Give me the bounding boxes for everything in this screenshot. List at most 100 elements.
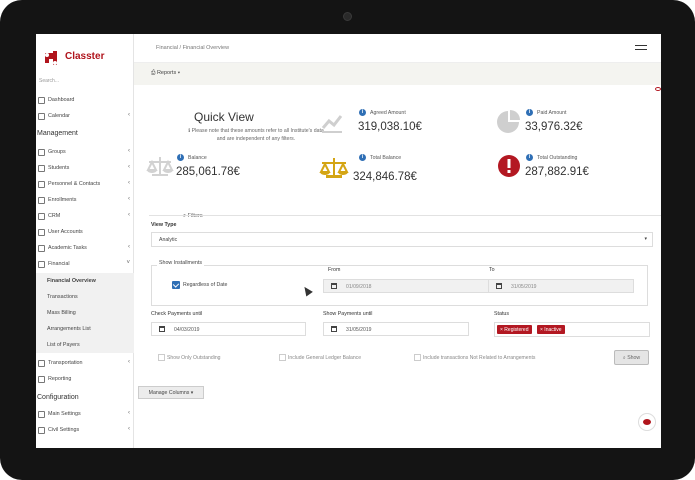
calendar-icon	[159, 326, 165, 332]
regardless-of-date-label: Regardless of Date	[183, 282, 228, 288]
paid-amount-label: Paid Amount	[537, 110, 567, 116]
status-tag-registered[interactable]: × Registered	[497, 325, 532, 334]
sidebar-item-dashboard[interactable]: Dashboard	[36, 93, 134, 107]
info-icon: i	[526, 109, 533, 116]
reports-label: Reports ▾	[156, 70, 181, 76]
students-icon	[38, 164, 45, 172]
filters-divider	[149, 215, 661, 216]
brand-name: Classter	[65, 51, 105, 62]
info-icon: i	[359, 154, 366, 161]
chevron-left-icon: ‹	[128, 112, 130, 118]
show-button[interactable]: ⌕ Show	[614, 350, 649, 365]
sidebar-item-label: Academic Tasks	[48, 245, 87, 251]
enrollments-icon	[38, 196, 45, 204]
check-payments-field[interactable]: 04/03/2019	[151, 322, 306, 336]
menu-icon[interactable]	[635, 45, 647, 50]
status-multiselect[interactable]: × Registered × Inactive	[494, 322, 650, 337]
chevron-left-icon: ‹	[128, 180, 130, 186]
sidebar-item-personnel[interactable]: Personnel & Contacts ‹	[36, 177, 134, 191]
exclamation-icon	[498, 155, 520, 177]
chat-button[interactable]	[638, 413, 656, 431]
sidebar-item-label: CRM	[48, 213, 61, 219]
calendar-icon	[496, 283, 502, 289]
sidebar-item-groups[interactable]: Groups ‹	[36, 145, 134, 159]
view-type-select[interactable]: Analytic ▾	[151, 232, 653, 247]
regardless-of-date-checkbox[interactable]	[172, 281, 180, 289]
sidebar-item-reporting[interactable]: Reporting	[36, 372, 134, 386]
chevron-left-icon: ‹	[128, 410, 130, 416]
sidebar-item-students[interactable]: Students ‹	[36, 161, 134, 175]
sidebar-item-label: Personnel & Contacts	[48, 181, 101, 187]
app-screen: Classter Search... Dashboard Calendar ‹ …	[36, 34, 661, 448]
sidebar-item-transportation[interactable]: Transportation ‹	[36, 356, 134, 370]
pie-chart-icon	[497, 110, 520, 133]
from-date-value: 01/09/2018	[346, 284, 372, 290]
personnel-icon	[38, 180, 45, 188]
sidebar-item-arrangements-list[interactable]: Arrangements List	[36, 321, 134, 337]
action-bar: ⎙ Reports ▾	[134, 63, 661, 85]
reporting-icon	[38, 375, 45, 383]
settings-icon	[38, 410, 45, 418]
chevron-left-icon: ‹	[128, 244, 130, 250]
sidebar-item-crm[interactable]: CRM ‹	[36, 209, 134, 223]
reports-button[interactable]: ⎙ Reports ▾	[151, 70, 180, 77]
section-heading-management: Management	[37, 130, 78, 137]
sidebar-item-label: Dashboard	[48, 97, 75, 103]
sidebar-item-transactions[interactable]: Transactions	[36, 289, 134, 305]
calendar-icon	[331, 326, 337, 332]
sidebar-item-main-settings[interactable]: Main Settings ‹	[36, 407, 134, 421]
sidebar-item-label: User Accounts	[48, 229, 83, 235]
sidebar-item-list-of-payers[interactable]: List of Payers	[36, 337, 134, 353]
gold-scale-icon	[319, 158, 349, 178]
sidebar-item-label: Reporting	[48, 376, 72, 382]
to-date-field[interactable]: 31/05/2019	[488, 279, 634, 293]
tablet-frame: Classter Search... Dashboard Calendar ‹ …	[0, 0, 695, 480]
show-payments-field[interactable]: 31/05/2019	[323, 322, 469, 336]
line-chart-icon	[321, 115, 343, 133]
calendar-icon	[331, 283, 337, 289]
camera-icon	[343, 12, 352, 21]
chevron-left-icon: ‹	[128, 212, 130, 218]
agreed-amount-label: Agreed Amount	[370, 110, 406, 116]
sidebar-item-label: Calendar	[48, 113, 70, 119]
chevron-down-icon: ˅	[126, 260, 130, 266]
unrelated-transactions-checkbox[interactable]	[414, 354, 421, 361]
manage-columns-button[interactable]: Manage Columns ▾	[138, 386, 204, 399]
groups-icon	[38, 148, 45, 156]
sidebar-item-label: Students	[48, 165, 70, 171]
top-bar: Financial / Financial Overview	[134, 34, 661, 63]
sidebar-item-label: Transportation	[48, 360, 83, 366]
to-label: To	[489, 267, 495, 273]
chevron-down-icon: ▾	[644, 236, 647, 242]
balance-value: 285,061.78€	[176, 166, 240, 178]
sidebar-item-calendar[interactable]: Calendar ‹	[36, 109, 134, 123]
settings-icon	[38, 426, 45, 434]
sidebar-item-enrollments[interactable]: Enrollments ‹	[36, 193, 134, 207]
only-outstanding-checkbox[interactable]	[158, 354, 165, 361]
chat-icon	[643, 419, 651, 425]
chevron-left-icon: ‹	[128, 359, 130, 365]
show-payments-value: 31/05/2019	[346, 327, 372, 333]
agreed-amount-value: 319,038.10€	[358, 121, 422, 133]
sidebar-item-financial[interactable]: Financial ˅	[36, 257, 134, 271]
to-date-value: 31/05/2019	[511, 284, 537, 290]
sidebar-item-financial-overview[interactable]: Financial Overview	[36, 273, 134, 289]
sidebar-item-civil-settings[interactable]: Civil Settings ‹	[36, 423, 134, 437]
general-ledger-checkbox[interactable]	[279, 354, 286, 361]
sidebar-item-user-accounts[interactable]: User Accounts	[36, 225, 134, 239]
view-type-value: Analytic	[159, 237, 178, 243]
sidebar-item-mass-billing[interactable]: Mass Billing	[36, 305, 134, 321]
search-icon: ⌕	[622, 355, 626, 361]
sidebar-item-academic-tasks[interactable]: Academic Tasks ‹	[36, 241, 134, 255]
notification-indicator	[655, 87, 661, 91]
show-payments-label: Show Payments until	[323, 311, 373, 317]
sidebar-item-label: Financial	[48, 261, 70, 267]
status-tag-inactive[interactable]: × Inactive	[537, 325, 565, 334]
user-accounts-icon	[38, 228, 45, 236]
total-outstanding-value: 287,882.91€	[525, 166, 589, 178]
search-input[interactable]: Search...	[39, 78, 59, 84]
total-balance-label: Total Balance	[370, 155, 402, 161]
quick-view-note: ℹ Please note that these amounts refer t…	[188, 128, 324, 142]
academic-tasks-icon	[38, 244, 45, 252]
check-payments-label: Check Payments until	[151, 311, 203, 317]
